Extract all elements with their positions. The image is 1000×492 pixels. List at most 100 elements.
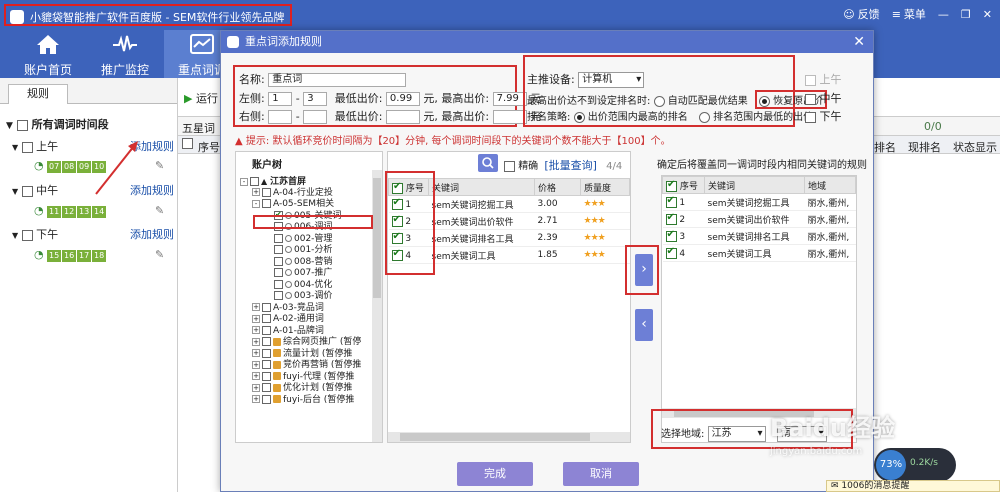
run-button[interactable]: ▶ 运行 (184, 90, 218, 106)
cancel-button[interactable]: 取消 (563, 462, 639, 486)
expand-toggle-icon[interactable]: + (252, 395, 260, 403)
time-option-morning[interactable]: 上午 (805, 71, 842, 87)
collapse-icon[interactable]: ▼ (6, 121, 13, 131)
col-keyword[interactable]: 关键词 (704, 176, 805, 194)
row-checkbox[interactable] (665, 246, 677, 259)
tree-node-checkbox[interactable] (262, 348, 271, 358)
tree-node[interactable]: 004-优化 (240, 279, 370, 292)
expand-toggle-icon[interactable]: + (252, 188, 260, 196)
tree-node[interactable]: - A-05-SEM相关 (240, 199, 370, 211)
collapse-icon[interactable]: ▼ (12, 187, 18, 196)
col-price[interactable]: 价格 (534, 178, 581, 196)
tree-node-checkbox[interactable] (262, 360, 271, 369)
move-left-button[interactable]: ‹ (635, 309, 653, 341)
tree-node[interactable]: + 综合网页推广 (暂停 (240, 337, 370, 349)
edit-icon[interactable]: ✎ (155, 204, 164, 217)
device-select[interactable]: 计算机 ▾ (578, 72, 645, 88)
col-keyword[interactable]: 关键词 (428, 178, 535, 196)
tree-node[interactable]: 002-管理 (240, 233, 370, 246)
all-periods-checkbox[interactable] (16, 119, 28, 131)
maximize-button[interactable]: ❐ (961, 8, 971, 21)
add-rule-link[interactable]: 添加规则 (130, 226, 174, 242)
name-input[interactable]: 重点词 (268, 73, 407, 87)
tree-node[interactable]: + A-03-竞品词 (240, 302, 370, 315)
expand-toggle-icon[interactable]: + (252, 337, 260, 346)
select-all-checkbox[interactable] (666, 179, 677, 192)
table-row[interactable]: 4 sem关键词工具丽水,衢州, (662, 244, 856, 262)
tree-node[interactable]: 003-调价 (240, 291, 370, 303)
tree-node[interactable]: 001-分析 (240, 245, 370, 257)
time-option-afternoon[interactable]: 下午 (805, 108, 842, 124)
time-option-checkbox[interactable] (805, 111, 816, 123)
precise-checkbox[interactable] (504, 160, 515, 172)
tree-node[interactable]: 007-推广 (240, 268, 370, 280)
tree-node-checkbox[interactable] (274, 279, 283, 289)
table-row[interactable]: 3 sem关键词排名工具丽水,衢州, (662, 227, 856, 245)
right-rank-to-input[interactable] (303, 110, 328, 124)
tree-node[interactable]: - ▲ 江苏首屏 (240, 176, 370, 188)
menu-button[interactable]: ≡ 菜单 (892, 6, 926, 22)
done-button[interactable]: 完成 (457, 462, 533, 486)
row-checkbox[interactable] (665, 195, 677, 208)
time-option-checkbox[interactable] (805, 93, 816, 105)
tree-node[interactable]: + 竞价再营销 (暂停推 (240, 360, 370, 372)
close-window-button[interactable]: ✕ (983, 8, 992, 21)
move-right-button[interactable]: › (635, 254, 653, 286)
expand-toggle-icon[interactable]: + (252, 349, 260, 357)
tree-node-checkbox[interactable] (274, 233, 283, 243)
batch-query-link[interactable]: [批量查询] (544, 159, 597, 172)
tree-node-checkbox[interactable] (262, 371, 271, 381)
tree-node[interactable]: + A-04-行业定投 (240, 187, 370, 200)
time-option-checkbox[interactable] (805, 74, 816, 86)
table-row[interactable]: 1 sem关键词挖掘工具丽水,衢州, (662, 193, 856, 211)
auto-match-radio[interactable] (653, 95, 665, 107)
period-checkbox[interactable] (21, 229, 33, 241)
left-min-bid-input[interactable]: 0.99 (385, 92, 420, 106)
tree-node-checkbox[interactable] (262, 314, 271, 323)
tree-node-checkbox[interactable] (262, 394, 271, 404)
expand-toggle-icon[interactable]: - (252, 199, 260, 208)
row-checkbox[interactable] (665, 229, 677, 242)
tree-node[interactable]: + A-01-品牌词 (240, 325, 370, 338)
left-rank-from-input[interactable]: 1 (268, 92, 293, 106)
tree-node[interactable]: 008-营销 (240, 256, 370, 269)
tab-rules[interactable]: 规则 (8, 84, 68, 104)
left-max-bid-input[interactable]: 7.99 (492, 92, 527, 106)
region-select[interactable]: 江苏 ▾ (707, 426, 766, 442)
expand-toggle-icon[interactable]: + (252, 303, 260, 311)
time-option-noon[interactable]: 中午 (805, 90, 842, 106)
tree-scrollbar[interactable] (372, 170, 382, 442)
period-checkbox[interactable] (21, 185, 33, 197)
collapse-icon[interactable]: ▼ (12, 231, 18, 240)
edit-icon[interactable]: ✎ (155, 248, 164, 261)
tree-node[interactable]: + 流量计划 (暂停推 (240, 348, 370, 361)
keyword-hscrollbar[interactable] (388, 432, 630, 442)
tree-node[interactable]: + fuyi-后台 (暂停推 (240, 394, 370, 407)
right-max-bid-input[interactable] (492, 110, 527, 124)
tree-node[interactable]: + 优化计划 (暂停推 (240, 383, 370, 395)
tree-node-checkbox[interactable] (262, 383, 271, 392)
tree-node[interactable]: + fuyi-代理 (暂停推 (240, 371, 370, 384)
select-all-checkbox[interactable] (182, 138, 193, 149)
expand-toggle-icon[interactable]: + (252, 372, 260, 380)
strategy-a-radio[interactable] (573, 111, 585, 123)
all-periods-row[interactable]: ▼ 所有调词时间段 (6, 116, 109, 132)
tree-node[interactable]: + A-02-通用词 (240, 314, 370, 326)
collapse-icon[interactable]: ▼ (12, 143, 18, 152)
tree-node-checkbox[interactable] (274, 245, 283, 254)
expand-toggle-icon[interactable]: + (252, 383, 260, 392)
minimize-button[interactable]: — (938, 8, 949, 21)
edit-icon[interactable]: ✎ (155, 159, 164, 172)
col-quality[interactable]: 质量度 (580, 178, 630, 196)
message-notification[interactable]: ✉ 1006的消息提醒 (826, 480, 1000, 492)
network-meter[interactable]: 73% 0.2K/s (874, 448, 956, 482)
row-checkbox[interactable] (665, 212, 677, 225)
tree-node-checkbox[interactable] (262, 199, 271, 208)
expand-toggle-icon[interactable]: - (240, 177, 248, 186)
search-button[interactable] (478, 154, 498, 172)
expand-toggle-icon[interactable]: + (252, 326, 260, 334)
feedback-button[interactable]: ☺ 反馈 (843, 6, 879, 22)
dialog-close-icon[interactable]: ✕ (853, 31, 865, 53)
col-region[interactable]: 地域 (804, 176, 856, 194)
tree-node-checkbox[interactable] (262, 325, 271, 335)
